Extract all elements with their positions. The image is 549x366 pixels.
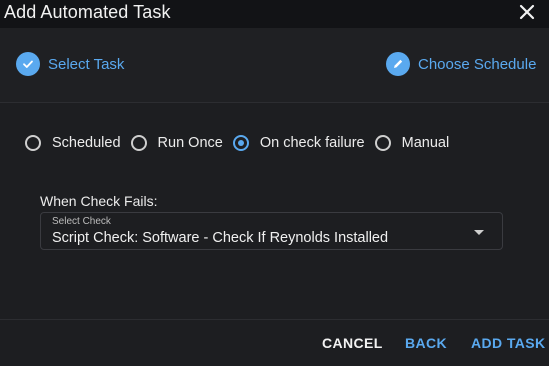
chevron-down-icon bbox=[474, 230, 484, 235]
radio-button[interactable] bbox=[232, 135, 249, 151]
radio-manual[interactable]: Manual bbox=[374, 135, 450, 151]
radio-run-once[interactable]: Run Once bbox=[130, 135, 223, 151]
radio-label: Scheduled bbox=[52, 135, 121, 151]
radio-button[interactable] bbox=[130, 135, 147, 151]
step-select-task[interactable]: Select Task bbox=[16, 52, 124, 76]
select-check-value: Script Check: Software - Check If Reynol… bbox=[52, 230, 389, 246]
add-automated-task-dialog: Add Automated Task Select Task Choose Sc… bbox=[0, 0, 549, 365]
dialog-title: Add Automated Task bbox=[4, 2, 171, 22]
dialog-titlebar: Add Automated Task bbox=[0, 0, 549, 28]
trigger-radio-group: Scheduled Run Once On check failure Manu… bbox=[25, 135, 459, 151]
add-task-button[interactable]: ADD TASK bbox=[471, 335, 546, 351]
select-check-dropdown[interactable]: Select Check Script Check: Software - Ch… bbox=[40, 212, 503, 250]
radio-label: Manual bbox=[401, 135, 450, 151]
close-icon[interactable] bbox=[517, 2, 537, 22]
radio-label: Run Once bbox=[157, 135, 223, 151]
step-choose-schedule[interactable]: Choose Schedule bbox=[386, 52, 536, 76]
radio-on-check-failure[interactable]: On check failure bbox=[232, 135, 365, 151]
radio-button[interactable] bbox=[25, 135, 41, 151]
pencil-icon bbox=[386, 52, 410, 76]
select-check-caption: Select Check bbox=[52, 216, 111, 227]
radio-button[interactable] bbox=[374, 135, 391, 151]
radio-label: On check failure bbox=[259, 135, 365, 151]
step-label: Select Task bbox=[48, 55, 125, 73]
cancel-button[interactable]: CANCEL bbox=[322, 335, 383, 351]
radio-scheduled[interactable]: Scheduled bbox=[25, 135, 121, 151]
dialog-actions: CANCEL BACK ADD TASK bbox=[0, 319, 549, 366]
stepper: Select Task Choose Schedule bbox=[0, 28, 549, 103]
step-label: Choose Schedule bbox=[418, 55, 537, 73]
back-button[interactable]: BACK bbox=[405, 335, 447, 351]
check-icon bbox=[16, 52, 40, 76]
when-check-fails-label: When Check Fails: bbox=[40, 193, 158, 209]
